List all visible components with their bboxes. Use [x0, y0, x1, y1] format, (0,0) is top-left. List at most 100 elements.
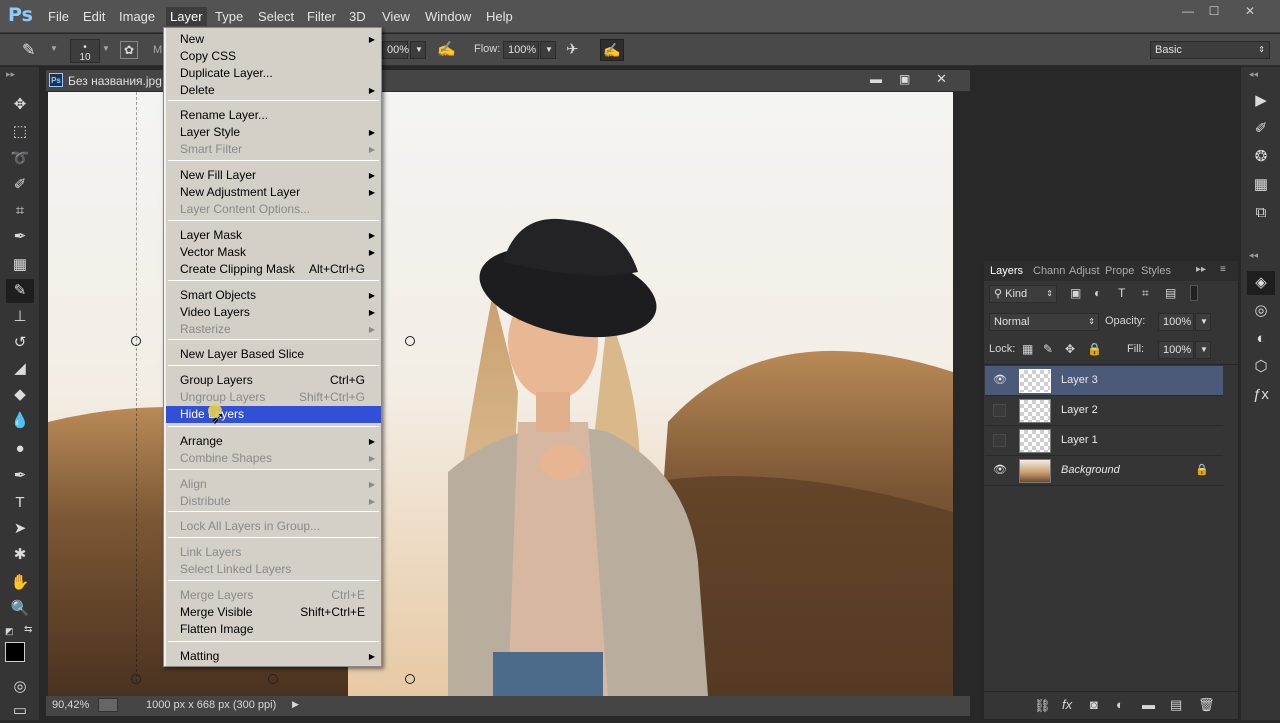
filter-kind-select[interactable]: ⚲ Kind ⇕: [989, 285, 1057, 303]
menu-item-merge-visible[interactable]: Merge Visible Shift+Ctrl+E: [166, 604, 381, 621]
menu-edit[interactable]: Edit: [83, 9, 105, 24]
workspace-select[interactable]: Basic ⇕: [1150, 41, 1270, 59]
visibility-eye-icon[interactable]: 👁: [993, 464, 1007, 477]
visibility-toggle-off[interactable]: [993, 404, 1006, 417]
doc-restore-icon[interactable]: ▣: [899, 72, 910, 86]
menu-item-layer-style[interactable]: Layer Style ▶: [166, 124, 381, 141]
menu-item-duplicate-layer[interactable]: Duplicate Layer...: [166, 65, 381, 82]
transform-handle[interactable]: [405, 674, 415, 684]
eyedropper-tool-icon[interactable]: ✒: [6, 225, 34, 249]
blur-tool-icon[interactable]: 💧: [6, 409, 34, 433]
visibility-eye-icon[interactable]: 👁: [993, 374, 1007, 387]
layers-panel-icon[interactable]: ◈: [1247, 271, 1275, 295]
menu-view[interactable]: View: [382, 9, 410, 24]
add-style-icon[interactable]: fx: [1062, 697, 1072, 712]
expand-panels-icon[interactable]: ◂◂: [1249, 69, 1258, 80]
menu-layer[interactable]: Layer: [166, 7, 207, 26]
doc-minimize-icon[interactable]: ▬: [870, 72, 882, 86]
filter-toggle[interactable]: [1190, 285, 1198, 301]
tab-properties[interactable]: Prope: [1105, 265, 1134, 277]
transform-handle[interactable]: [268, 674, 278, 684]
zoom-level[interactable]: 90,42%: [52, 699, 89, 711]
lock-transparent-icon[interactable]: ▦: [1022, 342, 1033, 356]
custom-shape-tool-icon[interactable]: ✱: [6, 543, 34, 567]
filter-shape-icon[interactable]: ⌗: [1142, 286, 1149, 301]
menu-item-new[interactable]: New ▶: [166, 31, 381, 48]
delete-layer-icon[interactable]: 🗑: [1198, 697, 1215, 713]
menu-item-hide-layers[interactable]: Hide Layers: [166, 406, 381, 423]
flow-dropdown-icon[interactable]: ▼: [540, 41, 556, 59]
styles-panel-icon[interactable]: ƒx: [1247, 383, 1275, 407]
menu-select[interactable]: Select: [258, 9, 294, 24]
clone-stamp-tool-icon[interactable]: ⊥: [6, 305, 34, 329]
history-brush-tool-icon[interactable]: ↺: [6, 331, 34, 355]
add-mask-icon[interactable]: ◙: [1090, 697, 1098, 712]
menu-item-vector-mask[interactable]: Vector Mask ▶: [166, 244, 381, 261]
menu-item-smart-objects[interactable]: Smart Objects ▶: [166, 287, 381, 304]
menu-item-matting[interactable]: Matting ▶: [166, 648, 381, 665]
panel-menu-icon[interactable]: ≡: [1220, 264, 1226, 275]
new-adjustment-icon[interactable]: ◐: [1116, 697, 1124, 712]
pressure-size-icon[interactable]: ✍: [600, 39, 624, 61]
swap-colors-icon[interactable]: ⇆: [24, 624, 32, 635]
quick-mask-icon[interactable]: ◎: [6, 675, 34, 699]
lock-position-icon[interactable]: ✥: [1065, 342, 1075, 356]
layer-opacity-arrow-icon[interactable]: ▼: [1195, 313, 1211, 331]
menu-help[interactable]: Help: [486, 9, 513, 24]
layer-row[interactable]: Layer 2: [985, 396, 1223, 426]
menu-file[interactable]: File: [48, 9, 69, 24]
move-tool-icon[interactable]: ✥: [6, 93, 34, 117]
panel-expand-icon[interactable]: ▸▸: [1196, 264, 1206, 275]
brush-presets-icon[interactable]: ✐: [1247, 117, 1275, 141]
3d-panel-icon[interactable]: ⬡: [1247, 355, 1275, 379]
tool-preset-arrow-icon[interactable]: ▼: [50, 44, 58, 53]
tab-styles[interactable]: Styles: [1141, 265, 1171, 277]
paint-bucket-tool-icon[interactable]: ◆: [6, 383, 34, 407]
pen-tool-icon[interactable]: ✒: [6, 464, 34, 488]
healing-brush-tool-icon[interactable]: ▦: [6, 253, 34, 277]
app-minimize-button[interactable]: —: [1176, 4, 1200, 20]
menu-item-new-fill-layer[interactable]: New Fill Layer ▶: [166, 167, 381, 184]
adjustments-panel-icon[interactable]: ◐: [1247, 327, 1275, 351]
pressure-opacity-icon[interactable]: ✍: [437, 40, 456, 58]
menu-item-rename-layer[interactable]: Rename Layer...: [166, 107, 381, 124]
foreground-color-swatch[interactable]: [5, 642, 25, 662]
menu-window[interactable]: Window: [425, 9, 471, 24]
menu-image[interactable]: Image: [119, 9, 155, 24]
blend-mode-select[interactable]: Normal ⇕: [989, 313, 1099, 331]
type-tool-icon[interactable]: T: [6, 491, 34, 515]
path-selection-tool-icon[interactable]: ➤: [6, 517, 34, 541]
menu-filter[interactable]: Filter: [307, 9, 336, 24]
brush-picker-arrow-icon[interactable]: ▼: [102, 44, 110, 53]
transform-handle[interactable]: [131, 336, 141, 346]
tab-adjustments[interactable]: Adjust: [1069, 265, 1100, 277]
channels-panel-icon[interactable]: ◎: [1247, 299, 1275, 323]
transform-handle[interactable]: [405, 336, 415, 346]
brush-panel-icon[interactable]: ✿: [120, 41, 138, 59]
menu-item-copy-css[interactable]: Copy CSS: [166, 48, 381, 65]
marquee-tool-icon[interactable]: ⬚: [6, 120, 34, 144]
opacity-field[interactable]: 00%: [382, 41, 409, 59]
link-layers-icon[interactable]: ⛓: [1034, 698, 1051, 714]
transform-handle[interactable]: [131, 674, 141, 684]
menu-type[interactable]: Type: [215, 9, 243, 24]
layer-row[interactable]: 👁 Background 🔒: [985, 456, 1223, 486]
zoom-tool-icon[interactable]: 🔍: [6, 597, 34, 621]
layer-row[interactable]: 👁 Layer 3: [985, 366, 1223, 396]
lock-image-icon[interactable]: ✎: [1043, 342, 1053, 356]
hand-tool-icon[interactable]: ✋: [6, 571, 34, 595]
fill-arrow-icon[interactable]: ▼: [1195, 341, 1211, 359]
fill-field[interactable]: 100%: [1158, 341, 1194, 359]
menu-item-new-adjustment-layer[interactable]: New Adjustment Layer ▶: [166, 184, 381, 201]
filter-pixel-icon[interactable]: ▣: [1070, 286, 1081, 300]
filter-smart-object-icon[interactable]: ▤: [1165, 286, 1176, 300]
menu-item-flatten-image[interactable]: Flatten Image: [166, 621, 381, 638]
lasso-tool-icon[interactable]: ➰: [6, 147, 34, 171]
default-colors-icon[interactable]: ◩: [5, 626, 14, 637]
opacity-dropdown-icon[interactable]: ▼: [410, 41, 426, 59]
doc-close-icon[interactable]: ✕: [936, 71, 947, 87]
airbrush-icon[interactable]: ✈: [566, 40, 579, 58]
screen-mode-icon[interactable]: ▭: [6, 699, 34, 723]
menu-3d[interactable]: 3D: [349, 9, 366, 24]
visibility-toggle-off[interactable]: [993, 434, 1006, 447]
